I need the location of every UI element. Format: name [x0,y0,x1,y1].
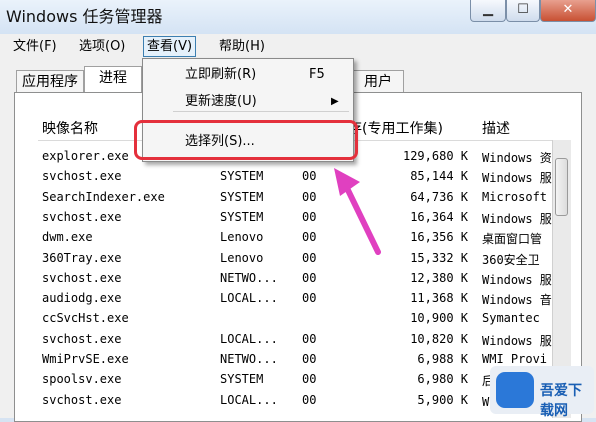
refresh-shortcut: F5 [309,67,325,82]
menu-options[interactable]: 选项(O) [76,37,128,56]
cell-mem: 10,900 K [410,311,468,326]
cell-user: SYSTEM [220,189,264,204]
cell-desc: Windows 服 [482,171,552,186]
cell-desc: Windows 资 [482,151,552,165]
cell-name: WmiPrvSE.exe [42,352,129,366]
cell-desc: Microsoft [482,189,548,204]
highlight-box [134,120,358,160]
table-row[interactable]: svchost.exe NETWO... 00 12,380 K Windows 服 [38,268,552,288]
cell-mem: 5,900 K [417,392,468,407]
cell-mem: 6,988 K [417,352,468,366]
table-row[interactable]: 360Tray.exe Lenovo 00 15,332 K 360安全卫 [38,248,552,268]
cell-desc: Windows 服 [482,272,552,287]
table-row[interactable]: svchost.exeLOCAL...005,900 KWindows 服 [38,390,552,410]
cell-name: svchost.exe [42,270,122,285]
table-row[interactable]: SearchIndexer.exe SYSTEM 00 64,736 K Microso… [38,187,552,207]
cell-name: spoolsv.exe [42,372,122,387]
cell-cpu: 00 [302,331,317,346]
cell-name: audiodg.exe [42,291,122,306]
cell-desc: WMI Provi [482,352,548,366]
table-row[interactable]: dwm.exe Lenovo 00 16,356 K 桌面窗口管 [38,227,552,247]
tab-processes[interactable]: 进程 [84,66,142,93]
title-bar: Windows 任务管理器 ▁ ☐ ✕ [0,0,596,34]
cell-cpu: 00 [302,392,317,407]
cell-user: NETWO... [220,352,278,366]
column-header-description[interactable]: 描述 [482,118,510,138]
cell-user: SYSTEM [220,209,264,224]
menu-item-update-speed[interactable]: 更新速度(U) ▶ [143,91,353,113]
minimize-icon: ▁ [483,2,493,17]
cell-cpu: 00 [302,352,317,366]
table-row[interactable]: svchost.exe SYSTEM 00 16,364 K Windows 服 [38,207,552,227]
update-speed-label: 更新速度(U) [185,94,257,109]
table-row[interactable]: audiodg.exe LOCAL... 00 11,368 K Windows 音 [38,288,552,308]
cell-name: 360Tray.exe [42,250,122,265]
scrollbar-thumb[interactable] [555,158,568,216]
cell-user: Lenovo [220,230,264,245]
cell-user: LOCAL... [220,331,278,346]
cell-cpu: 00 [302,372,317,387]
cell-name: dwm.exe [42,230,93,245]
cell-user: Lenovo [220,250,264,265]
cell-user: NETWO... [220,270,278,285]
menu-bar: 文件(F) 选项(O) 查看(V) 帮助(H) [0,34,596,58]
menu-view[interactable]: 查看(V) [143,36,197,57]
minimize-button[interactable]: ▁ [470,0,506,22]
annotation-arrow [334,168,381,255]
cell-mem: 12,380 K [410,270,468,285]
cell-name: svchost.exe [42,209,122,224]
column-header-memory[interactable]: 存(专用工作集) [348,118,443,138]
cell-mem: 6,980 K [417,372,468,387]
window-title: Windows 任务管理器 [6,7,163,26]
menu-item-refresh-now[interactable]: 立即刷新(R) F5 [143,64,353,86]
table-row[interactable]: spoolsv.exeSYSTEM006,980 K后台处理 [38,369,552,389]
table-row[interactable]: WmiPrvSE.exe NETWO... 00 6,988 K WMI Provi [38,349,552,369]
cell-name: svchost.exe [42,331,122,346]
close-button[interactable]: ✕ [540,0,596,22]
maximize-icon: ☐ [517,2,529,17]
cell-desc: Windows 服 [482,333,552,348]
watermark-text: 吾爱下载网 [540,383,582,419]
watermark-badge: 吾爱下载网 [490,366,594,419]
tab-applications[interactable]: 应用程序 [16,70,84,92]
menu-file[interactable]: 文件(F) [10,37,60,56]
cell-user: LOCAL... [220,291,278,306]
tab-users[interactable]: 用户 [352,70,404,92]
cell-name: SearchIndexer.exe [42,189,165,204]
cell-name: svchost.exe [42,169,122,184]
cell-desc: Windows 服 [482,211,552,226]
cell-name: ccSvcHst.exe [42,311,129,326]
watermark-logo-icon [496,372,534,408]
menu-help[interactable]: 帮助(H) [216,37,268,56]
cell-name: svchost.exe [42,392,122,407]
table-row[interactable]: ccSvcHst.exe 10,900 K Symantec [38,308,552,328]
cell-cpu: 00 [302,270,317,285]
cell-mem: 11,368 K [410,291,468,306]
maximize-button[interactable]: ☐ [506,0,540,22]
menu-separator [173,111,349,112]
cell-cpu: 00 [302,291,317,306]
cell-desc: 360安全卫 [482,252,540,267]
table-row[interactable]: svchost.exe LOCAL... 00 10,820 K Windows 服 [38,329,552,349]
cell-desc: Symantec [482,311,540,326]
close-icon: ✕ [562,2,574,17]
cell-user: SYSTEM [220,372,264,387]
cell-user: LOCAL... [220,392,278,407]
cell-mem: 10,820 K [410,331,468,346]
column-header-name[interactable]: 映像名称 [42,118,98,138]
chevron-right-icon: ▶ [331,96,339,107]
cell-user: SYSTEM [220,169,264,184]
cell-desc: 桌面窗口管 [482,232,543,247]
table-row[interactable]: svchost.exe SYSTEM 00 85,144 K Windows 服 [38,166,552,186]
cell-desc: Windows 音 [482,293,552,308]
refresh-now-label: 立即刷新(R) [185,67,257,82]
